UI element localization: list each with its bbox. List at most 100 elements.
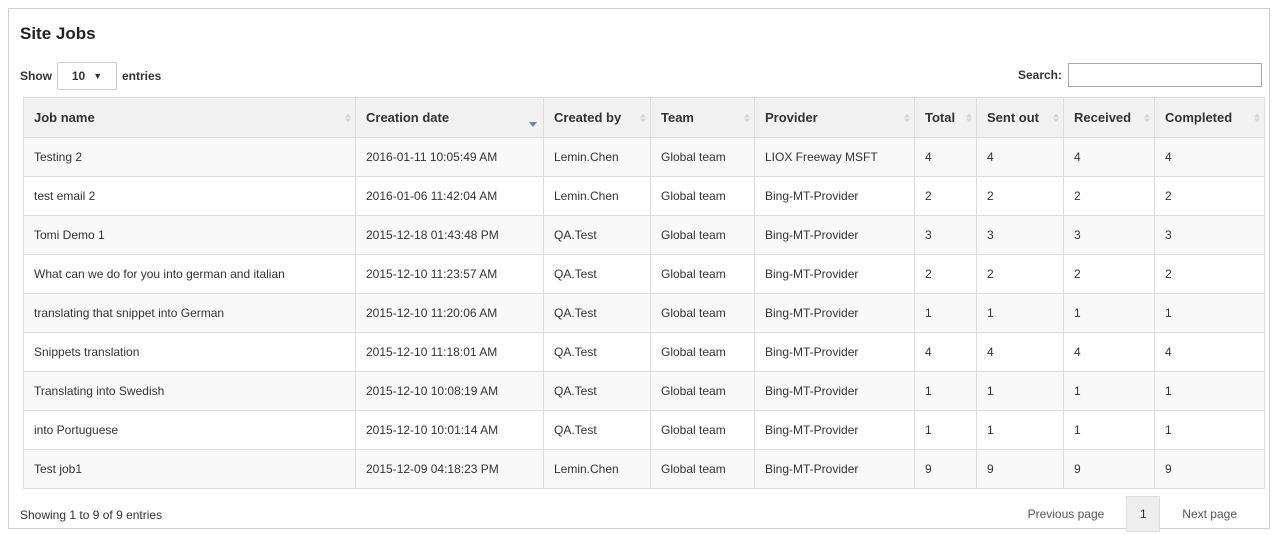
- table-cell: 2: [1154, 254, 1265, 294]
- table-row[interactable]: Tomi Demo 1 2015-12-18 01:43:48 PM QA.Test…: [23, 215, 1265, 255]
- table-cell: 9: [976, 449, 1064, 489]
- table-cell: QA.Test: [543, 371, 651, 411]
- search-label: Search:: [1017, 68, 1062, 82]
- column-header-label: Completed: [1165, 110, 1233, 125]
- table-cell: Bing-MT-Provider: [754, 332, 915, 372]
- table-cell: Testing 2: [23, 137, 356, 177]
- table-cell: 1: [1154, 371, 1265, 411]
- column-header[interactable]: Provider: [754, 97, 915, 138]
- column-header-label: Received: [1074, 110, 1132, 125]
- entries-per-page-value: 10: [71, 69, 86, 83]
- column-header-label: Creation date: [366, 110, 450, 125]
- column-header[interactable]: Creation date: [355, 97, 544, 138]
- table-cell: 1: [914, 410, 977, 450]
- table-row[interactable]: into Portuguese 2015-12-10 10:01:14 AM QA.…: [23, 410, 1265, 450]
- sort-desc-icon: [529, 122, 537, 127]
- table-cell: Tomi Demo 1: [23, 215, 356, 255]
- table-row[interactable]: Test job1 2015-12-09 04:18:23 PM Lemin.Che…: [23, 449, 1265, 489]
- previous-page-button[interactable]: Previous page: [1016, 507, 1117, 521]
- column-header[interactable]: Team: [650, 97, 755, 138]
- table-cell: Global team: [650, 332, 755, 372]
- search-input[interactable]: [1068, 63, 1262, 87]
- table-cell: translating that snippet into German: [23, 293, 356, 333]
- table-cell: QA.Test: [543, 254, 651, 294]
- table-cell: 4: [914, 332, 977, 372]
- table-cell: Bing-MT-Provider: [754, 293, 915, 333]
- table-row[interactable]: translating that snippet into German 2015…: [23, 293, 1265, 333]
- table-cell: Lemin.Chen: [543, 176, 651, 216]
- table-row[interactable]: test email 2 2016-01-06 11:42:04 AM Lemin.…: [23, 176, 1265, 216]
- table-cell: 2016-01-11 10:05:49 AM: [355, 137, 544, 177]
- column-header[interactable]: Sent out: [976, 97, 1064, 138]
- table-cell: 2: [914, 176, 977, 216]
- table-cell: 4: [914, 137, 977, 177]
- table-cell: 2: [976, 176, 1064, 216]
- table-cell: 9: [1063, 449, 1155, 489]
- table-row[interactable]: What can we do for you into german and i…: [23, 254, 1265, 294]
- table-cell: 4: [1154, 137, 1265, 177]
- caret-down-icon: ▼: [93, 71, 103, 81]
- table-row[interactable]: Snippets translation 2015-12-10 11:18:01 …: [23, 332, 1265, 372]
- table-cell: Global team: [650, 410, 755, 450]
- next-page-button[interactable]: Next page: [1170, 507, 1249, 521]
- search-control: Search:: [1018, 63, 1262, 87]
- table-cell: Lemin.Chen: [543, 449, 651, 489]
- page-number-button[interactable]: 1: [1126, 496, 1161, 532]
- column-header-label: Sent out: [987, 110, 1039, 125]
- table-cell: 2: [1154, 176, 1265, 216]
- table-cell: 2016-01-06 11:42:04 AM: [355, 176, 544, 216]
- table-cell: 3: [1063, 215, 1155, 255]
- column-header[interactable]: Created by: [543, 97, 651, 138]
- table-cell: Bing-MT-Provider: [754, 215, 915, 255]
- table-row[interactable]: Translating into Swedish 2015-12-10 10:08…: [23, 371, 1265, 411]
- table-cell: 2015-12-10 11:18:01 AM: [355, 332, 544, 372]
- sort-both-icon: [1144, 113, 1150, 122]
- table-cell: 4: [976, 332, 1064, 372]
- table-header-row: Job name Creation date Created by Team Provi…: [23, 97, 1265, 138]
- column-header-label: Job name: [34, 110, 95, 125]
- sort-both-icon: [640, 113, 646, 122]
- table-cell: 2015-12-10 10:01:14 AM: [355, 410, 544, 450]
- entries-length-control: Show 10 ▼ entries: [20, 62, 161, 90]
- table-cell: LIOX Freeway MSFT: [754, 137, 915, 177]
- show-label: Show: [20, 69, 52, 83]
- table-cell: Bing-MT-Provider: [754, 254, 915, 294]
- column-header[interactable]: Completed: [1154, 97, 1265, 138]
- column-header[interactable]: Total: [914, 97, 977, 138]
- table-cell: QA.Test: [543, 410, 651, 450]
- table-cell: 1: [1154, 293, 1265, 333]
- table-cell: Global team: [650, 371, 755, 411]
- sort-both-icon: [1053, 113, 1059, 122]
- table-cell: 3: [976, 215, 1064, 255]
- table-cell: Lemin.Chen: [543, 137, 651, 177]
- sort-both-icon: [744, 113, 750, 122]
- table-cell: Global team: [650, 215, 755, 255]
- column-header[interactable]: Received: [1063, 97, 1155, 138]
- table-row[interactable]: Testing 2 2016-01-11 10:05:49 AM Lemin.Che…: [23, 137, 1265, 177]
- table-cell: 2015-12-18 01:43:48 PM: [355, 215, 544, 255]
- sort-both-icon: [904, 113, 910, 122]
- table-cell: 4: [1063, 332, 1155, 372]
- table-cell: Global team: [650, 137, 755, 177]
- table-cell: QA.Test: [543, 332, 651, 372]
- table-cell: 2015-12-09 04:18:23 PM: [355, 449, 544, 489]
- column-header-label: Created by: [554, 110, 622, 125]
- table-body: Testing 2 2016-01-11 10:05:49 AM Lemin.Che…: [23, 137, 1265, 489]
- column-header[interactable]: Job name: [23, 97, 356, 138]
- table-cell: 2015-12-10 11:20:06 AM: [355, 293, 544, 333]
- table-cell: Snippets translation: [23, 332, 356, 372]
- table-cell: 1: [1063, 371, 1155, 411]
- table-cell: 4: [1154, 332, 1265, 372]
- table-cell: Global team: [650, 254, 755, 294]
- page-title: Site Jobs: [20, 24, 96, 43]
- table-cell: QA.Test: [543, 293, 651, 333]
- table-cell: What can we do for you into german and i…: [23, 254, 356, 294]
- table-info: Showing 1 to 9 of 9 entries: [20, 508, 163, 522]
- entries-per-page-select[interactable]: 10 ▼: [57, 62, 117, 90]
- table-cell: 2: [976, 254, 1064, 294]
- column-header-label: Provider: [765, 110, 818, 125]
- table-cell: 1: [976, 410, 1064, 450]
- site-jobs-panel: Site Jobs Show 10 ▼ entries Search: Job …: [8, 8, 1270, 532]
- table-cell: 2015-12-10 10:08:19 AM: [355, 371, 544, 411]
- table-cell: 2: [1063, 254, 1155, 294]
